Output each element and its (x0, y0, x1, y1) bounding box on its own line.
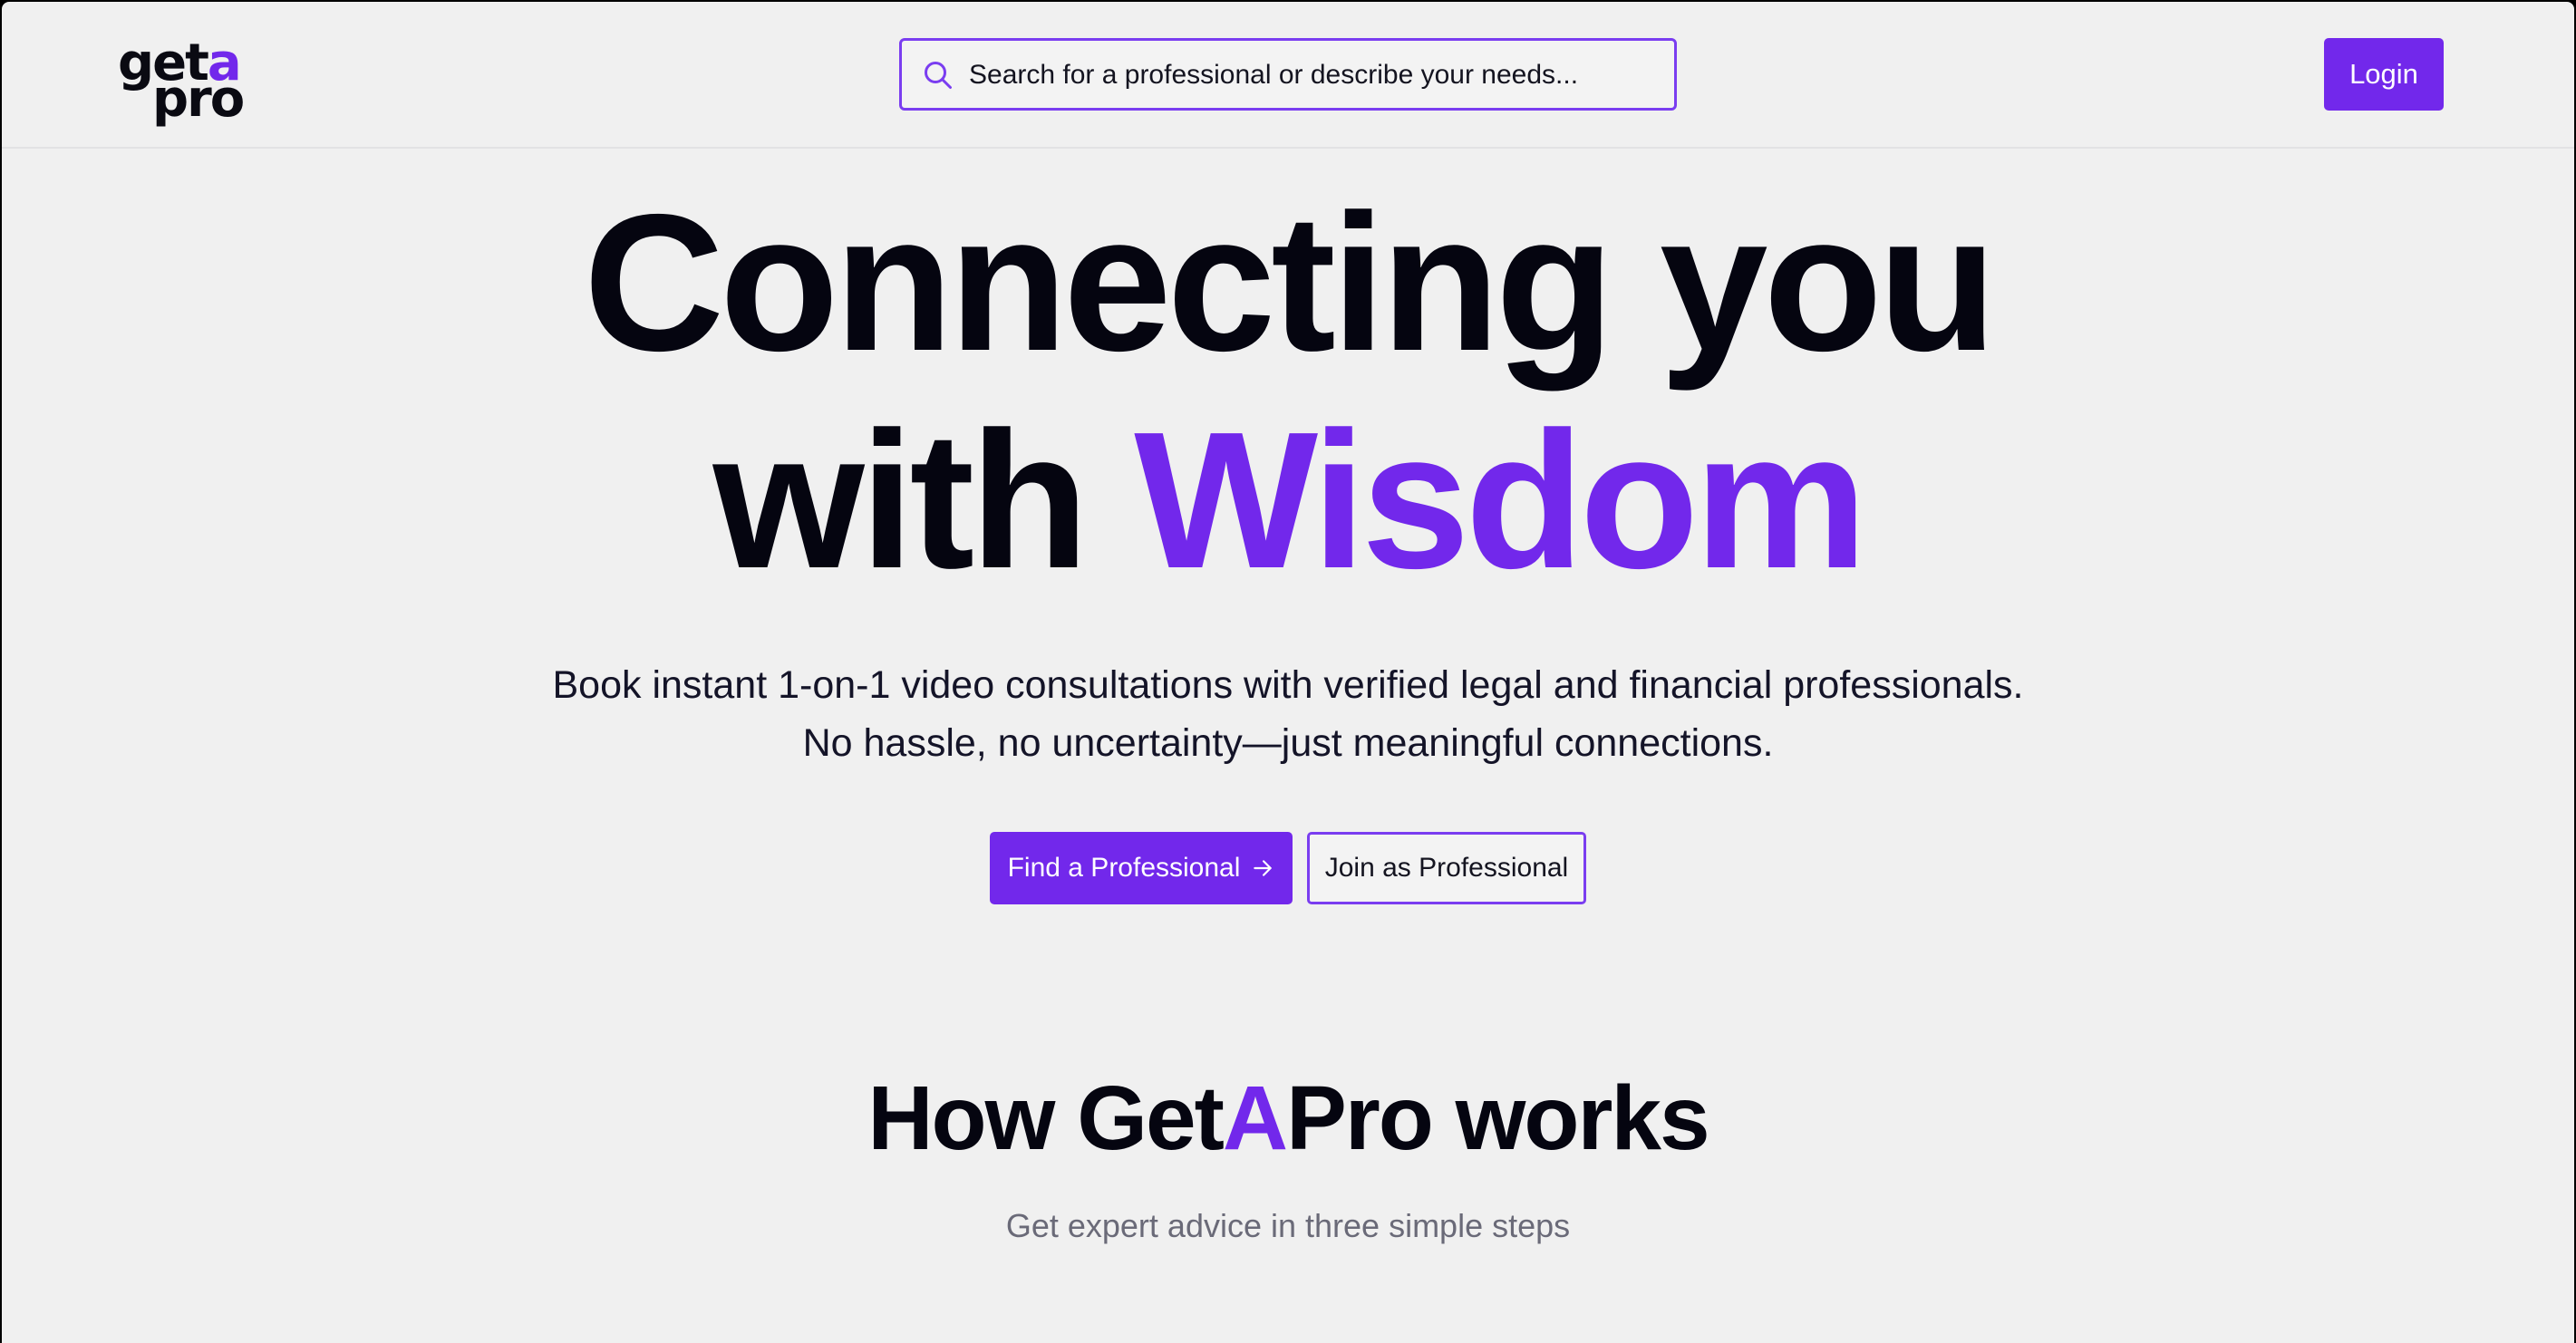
how-title-prefix: How Get (867, 1068, 1225, 1169)
how-it-works-subtitle: Get expert advice in three simple steps (1005, 1207, 1571, 1244)
find-professional-label: Find a Professional (1007, 853, 1241, 883)
hero-actions: Find a Professional Join as Professional (2, 832, 2574, 904)
join-as-professional-button[interactable]: Join as Professional (1307, 832, 1586, 904)
find-professional-button[interactable]: Find a Professional (990, 832, 1293, 904)
logo-text-pro: pro (152, 70, 245, 129)
hero-subtitle: Book instant 1-on-1 video consultations … (2, 656, 2574, 772)
hero-title-line-2-prefix: with (712, 391, 1135, 609)
browser-viewport: geta pro Login Connecting you with Wisdo… (2, 2, 2574, 1343)
search-bar[interactable] (899, 38, 1677, 111)
search-input[interactable] (967, 41, 1660, 110)
how-title-suffix: Pro works (1286, 1068, 1709, 1169)
hero-title-line-1: Connecting you (583, 173, 1997, 391)
login-button[interactable]: Login (2324, 38, 2444, 111)
site-header: geta pro Login (2, 2, 2574, 149)
hero-subtitle-line-2: No hassle, no uncertainty—just meaningfu… (802, 721, 1774, 765)
hero-title: Connecting you with Wisdom (2, 174, 2574, 609)
arrow-right-icon (1254, 860, 1273, 876)
search-icon (925, 62, 952, 89)
hero-subtitle-line-1: Book instant 1-on-1 video consultations … (552, 663, 2024, 707)
how-it-works-title: How GetAPro works (2, 1062, 2574, 1174)
getapro-logo[interactable]: geta pro (118, 38, 254, 129)
hero-title-accent-word: Wisdom (1134, 391, 1867, 609)
how-title-accent: A (1222, 1068, 1288, 1169)
